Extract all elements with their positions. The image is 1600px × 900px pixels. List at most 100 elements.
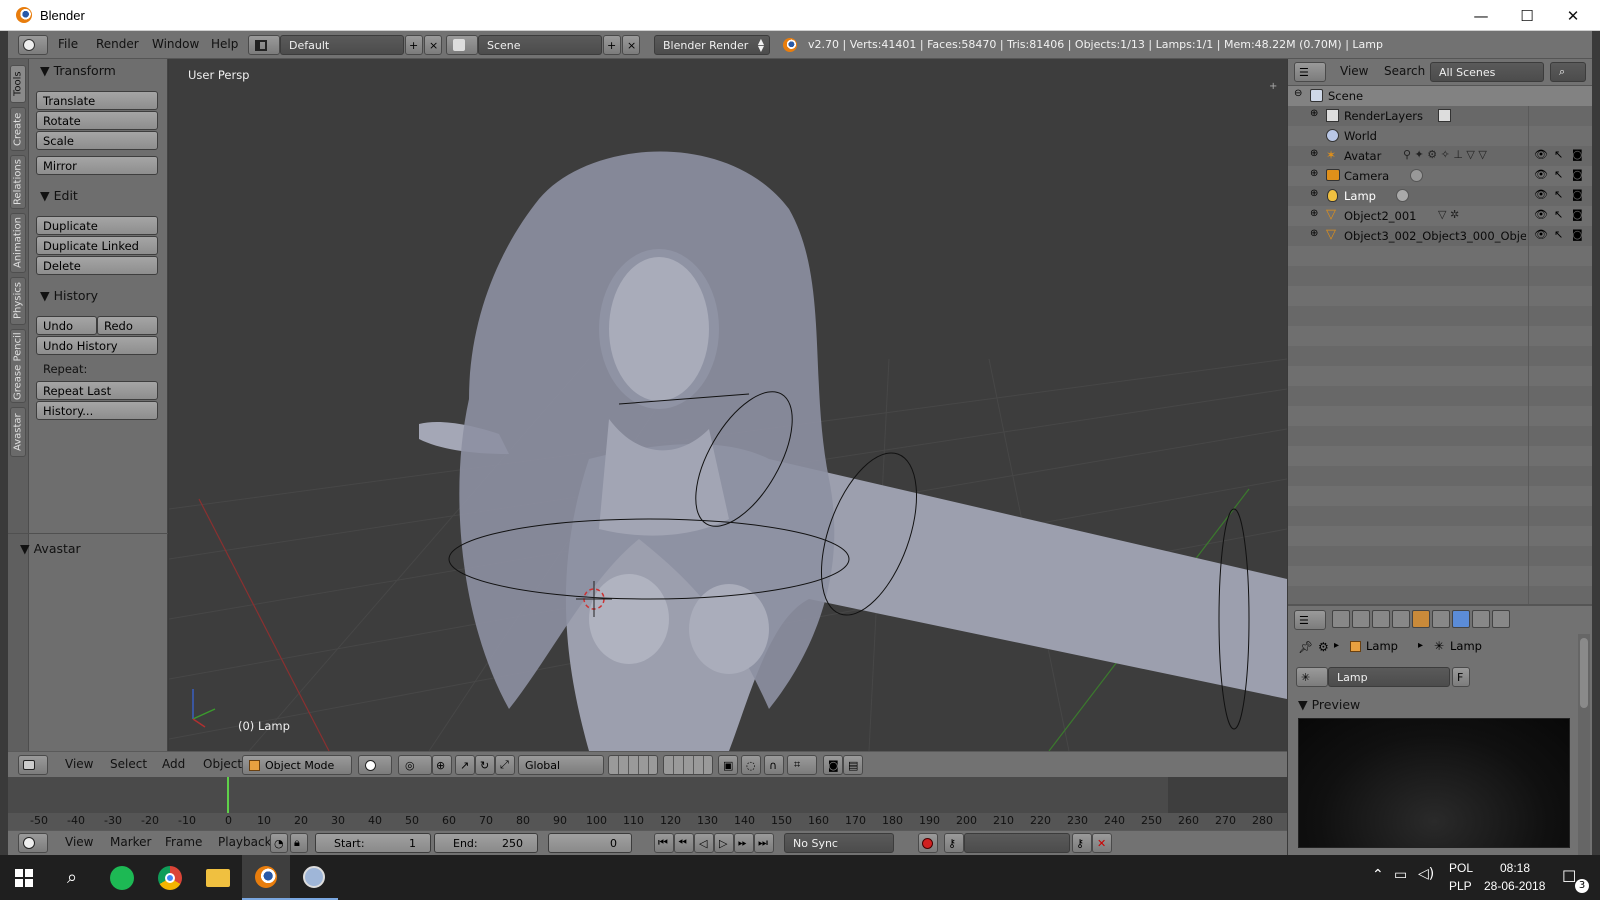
scrollbar-thumb[interactable] — [1580, 638, 1588, 708]
close-button[interactable]: ✕ — [1550, 0, 1596, 31]
snap-element-dropdown[interactable]: ⌗ — [787, 755, 817, 775]
viewport-menu-select[interactable]: Select — [110, 757, 147, 771]
render-engine-dropdown[interactable]: Blender Render ▲ ▼ — [654, 35, 770, 55]
cursor-select-icon[interactable]: ↖ — [1554, 188, 1563, 201]
volume-icon[interactable]: ◁) — [1418, 866, 1434, 882]
transform-panel-header[interactable]: ▼ Transform — [40, 63, 116, 78]
extra-tab-icon[interactable] — [1492, 610, 1510, 628]
editor-type-menu[interactable] — [18, 35, 48, 55]
eye-icon[interactable]: 👁︎ — [1534, 188, 1548, 201]
render-tab-icon[interactable] — [1332, 610, 1350, 628]
expand-icon[interactable]: ⊕ — [1310, 208, 1318, 219]
history-panel-header[interactable]: ▼ History — [40, 288, 98, 303]
menu-file[interactable]: File — [58, 37, 78, 51]
next-keyframe-button[interactable]: ⏩︎ — [734, 833, 754, 853]
pin-icon[interactable]: 📌︎ — [1298, 640, 1313, 654]
start-button[interactable] — [0, 855, 48, 900]
lock-layers-toggle[interactable]: ▣ — [718, 755, 738, 775]
outliner-row-renderlayers[interactable]: ⊕ RenderLayers — [1288, 106, 1592, 126]
outliner-editor-type[interactable]: ☰ — [1294, 62, 1326, 82]
edit-panel-header[interactable]: ▼ Edit — [40, 188, 78, 203]
current-frame-field[interactable]: 0 — [548, 833, 632, 853]
timeline-editor-type[interactable] — [18, 833, 48, 853]
viewport-menu-object[interactable]: Object — [203, 757, 242, 771]
lock-time-toggle[interactable]: 🔒︎ — [290, 833, 308, 853]
expand-icon[interactable]: ⊕ — [1310, 228, 1318, 239]
clock-time[interactable]: 08:18 — [1500, 861, 1530, 875]
render-camera-icon[interactable]: ◙ — [1572, 208, 1583, 221]
taskbar-chrome[interactable] — [146, 855, 194, 900]
snap-toggle[interactable]: ∩ — [764, 755, 784, 775]
viewport-editor-type[interactable] — [18, 755, 48, 775]
rotate-button[interactable]: Rotate — [36, 111, 158, 130]
taskbar-search-button[interactable]: ⌕ — [48, 855, 96, 900]
object-tab-icon[interactable] — [1412, 610, 1430, 628]
proportional-edit-toggle[interactable]: ◌ — [741, 755, 761, 775]
fake-user-button[interactable]: F — [1452, 667, 1470, 687]
expand-icon[interactable]: ⊕ — [1310, 108, 1318, 119]
menu-render[interactable]: Render — [96, 37, 139, 51]
orientation-dropdown[interactable]: Global — [518, 755, 604, 775]
history-button[interactable]: History... — [36, 401, 158, 420]
expand-icon[interactable]: ⊕ — [1310, 188, 1318, 199]
duplicate-button[interactable]: Duplicate — [36, 216, 158, 235]
preview-panel-header[interactable]: ▼ Preview — [1298, 697, 1360, 712]
cursor-select-icon[interactable]: ↖ — [1554, 208, 1563, 221]
taskbar-file-explorer[interactable] — [194, 855, 242, 900]
menu-help[interactable]: Help — [211, 37, 238, 51]
minimize-button[interactable]: — — [1458, 0, 1504, 31]
add-screen-button[interactable]: + — [405, 35, 423, 55]
play-reverse-button[interactable]: ◁ — [694, 833, 714, 853]
language-indicator[interactable]: POL — [1449, 861, 1473, 875]
keyboard-indicator[interactable]: PLP — [1449, 879, 1472, 893]
outliner-row-world[interactable]: World — [1288, 126, 1592, 146]
prev-keyframe-button[interactable]: ⏪︎ — [674, 833, 694, 853]
tab-relations[interactable]: Relations — [10, 155, 26, 209]
properties-editor-type[interactable]: ☰ — [1294, 610, 1326, 630]
menu-window[interactable]: Window — [152, 37, 199, 51]
current-frame-marker[interactable] — [227, 777, 229, 813]
redo-button[interactable]: Redo — [97, 316, 158, 335]
scale-manip-toggle[interactable]: ⤢ — [495, 755, 515, 775]
taskbar-blender[interactable] — [242, 855, 290, 900]
timeline-area[interactable]: -50 -40 -30 -20 -10 0 10 20 30 40 50 60 … — [8, 777, 1287, 830]
tab-grease-pencil[interactable]: Grease Pencil — [10, 329, 26, 403]
lamp-datablock-browse[interactable]: ✳ — [1296, 667, 1328, 687]
undo-history-button[interactable]: Undo History — [36, 336, 158, 355]
duplicate-linked-button[interactable]: Duplicate Linked — [36, 236, 158, 255]
eye-icon[interactable]: 👁︎ — [1534, 168, 1548, 181]
show-hidden-icons[interactable]: ⌃ — [1372, 867, 1384, 883]
properties-scrollbar[interactable] — [1578, 634, 1590, 855]
translate-manip-toggle[interactable]: ↗ — [455, 755, 475, 775]
sync-dropdown[interactable]: No Sync — [784, 833, 894, 853]
delete-screen-button[interactable]: × — [424, 35, 442, 55]
render-camera-icon[interactable]: ◙ — [1572, 228, 1583, 241]
outliner-menu-view[interactable]: View — [1340, 64, 1368, 78]
area-split-icon[interactable]: + — [1269, 81, 1277, 92]
cursor-select-icon[interactable]: ↖ — [1554, 148, 1563, 161]
tab-physics[interactable]: Physics — [10, 277, 26, 325]
timeline-menu-marker[interactable]: Marker — [110, 835, 151, 849]
render-opengl-button[interactable]: ◙ — [823, 755, 843, 775]
object-mode-dropdown[interactable]: Object Mode — [242, 755, 352, 775]
scene-selector[interactable] — [446, 35, 478, 55]
3d-viewport[interactable]: User Persp (0) Lamp + — [169, 59, 1287, 751]
render-camera-icon[interactable]: ◙ — [1572, 188, 1583, 201]
outliner-row-scene[interactable]: ⊖ Scene — [1288, 86, 1592, 106]
screen-layout-selector[interactable] — [248, 35, 280, 55]
texture-tab-icon[interactable] — [1472, 610, 1490, 628]
outliner-search-field[interactable]: ⌕ — [1550, 62, 1586, 82]
add-scene-button[interactable]: + — [603, 35, 621, 55]
display-mode-dropdown[interactable]: All Scenes — [1430, 62, 1544, 82]
cursor-select-icon[interactable]: ↖ — [1554, 168, 1563, 181]
scale-button[interactable]: Scale — [36, 131, 158, 150]
cursor-select-icon[interactable]: ↖ — [1554, 228, 1563, 241]
lamp-datablock-name-field[interactable]: Lamp — [1328, 667, 1450, 687]
mirror-button[interactable]: Mirror — [36, 156, 158, 175]
render-camera-icon[interactable]: ◙ — [1572, 148, 1583, 161]
timeline-menu-playback[interactable]: Playback — [218, 835, 272, 849]
expand-icon[interactable]: ⊕ — [1310, 168, 1318, 179]
eye-icon[interactable]: 👁︎ — [1534, 228, 1548, 241]
scene-tab-icon[interactable] — [1372, 610, 1390, 628]
outliner-menu-search[interactable]: Search — [1384, 64, 1425, 78]
